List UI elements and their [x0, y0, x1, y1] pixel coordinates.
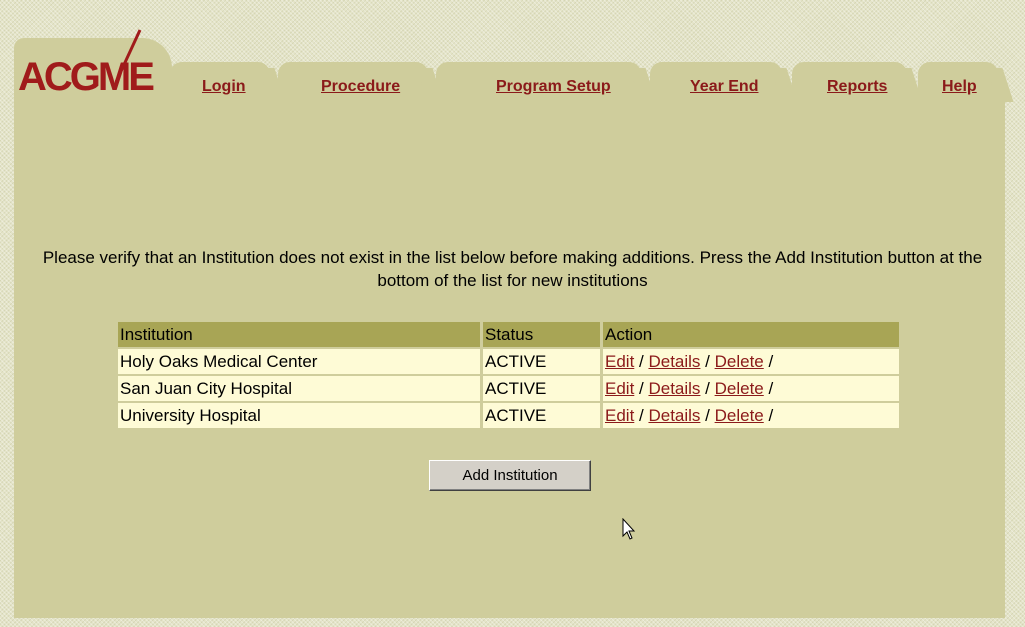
edit-link[interactable]: Edit — [605, 406, 634, 425]
edit-link[interactable]: Edit — [605, 379, 634, 398]
nav-year-end[interactable]: Year End — [690, 78, 758, 96]
nav-help[interactable]: Help — [942, 78, 977, 96]
delete-link[interactable]: Delete — [715, 379, 764, 398]
nav-program-setup[interactable]: Program Setup — [496, 78, 611, 96]
mouse-pointer-icon — [622, 518, 636, 540]
edit-link[interactable]: Edit — [605, 352, 634, 371]
institution-name: San Juan City Hospital — [118, 376, 480, 401]
table-row: University Hospital ACTIVE Edit / Detail… — [118, 403, 899, 428]
institution-status: ACTIVE — [483, 349, 600, 374]
nav-reports[interactable]: Reports — [827, 78, 887, 96]
action-cell: Edit / Details / Delete / — [603, 403, 899, 428]
table-header-row: Institution Status Action — [118, 322, 899, 347]
institution-name: Holy Oaks Medical Center — [118, 349, 480, 374]
details-link[interactable]: Details — [648, 352, 700, 371]
separator: / — [763, 405, 774, 425]
separator: / — [700, 378, 715, 398]
add-institution-button[interactable]: Add Institution — [429, 460, 591, 491]
institution-table: Institution Status Action Holy Oaks Medi… — [115, 320, 902, 430]
acgme-logo: ACGME — [18, 29, 157, 99]
action-cell: Edit / Details / Delete / — [603, 376, 899, 401]
institution-status: ACTIVE — [483, 376, 600, 401]
instructions-text: Please verify that an Institution does n… — [42, 248, 983, 290]
nav-procedure[interactable]: Procedure — [321, 78, 400, 96]
separator: / — [634, 351, 649, 371]
separator: / — [763, 378, 774, 398]
logo-text: ACGME — [18, 55, 154, 99]
table-row: Holy Oaks Medical Center ACTIVE Edit / D… — [118, 349, 899, 374]
separator: / — [634, 405, 649, 425]
column-header-action: Action — [603, 322, 899, 347]
delete-link[interactable]: Delete — [715, 352, 764, 371]
institution-status: ACTIVE — [483, 403, 600, 428]
institution-name: University Hospital — [118, 403, 480, 428]
delete-link[interactable]: Delete — [715, 406, 764, 425]
separator: / — [763, 351, 774, 371]
column-header-institution: Institution — [118, 322, 480, 347]
column-header-status: Status — [483, 322, 600, 347]
details-link[interactable]: Details — [648, 406, 700, 425]
separator: / — [634, 378, 649, 398]
separator: / — [700, 405, 715, 425]
separator: / — [700, 351, 715, 371]
nav-login[interactable]: Login — [202, 78, 246, 96]
details-link[interactable]: Details — [648, 379, 700, 398]
action-cell: Edit / Details / Delete / — [603, 349, 899, 374]
table-row: San Juan City Hospital ACTIVE Edit / Det… — [118, 376, 899, 401]
